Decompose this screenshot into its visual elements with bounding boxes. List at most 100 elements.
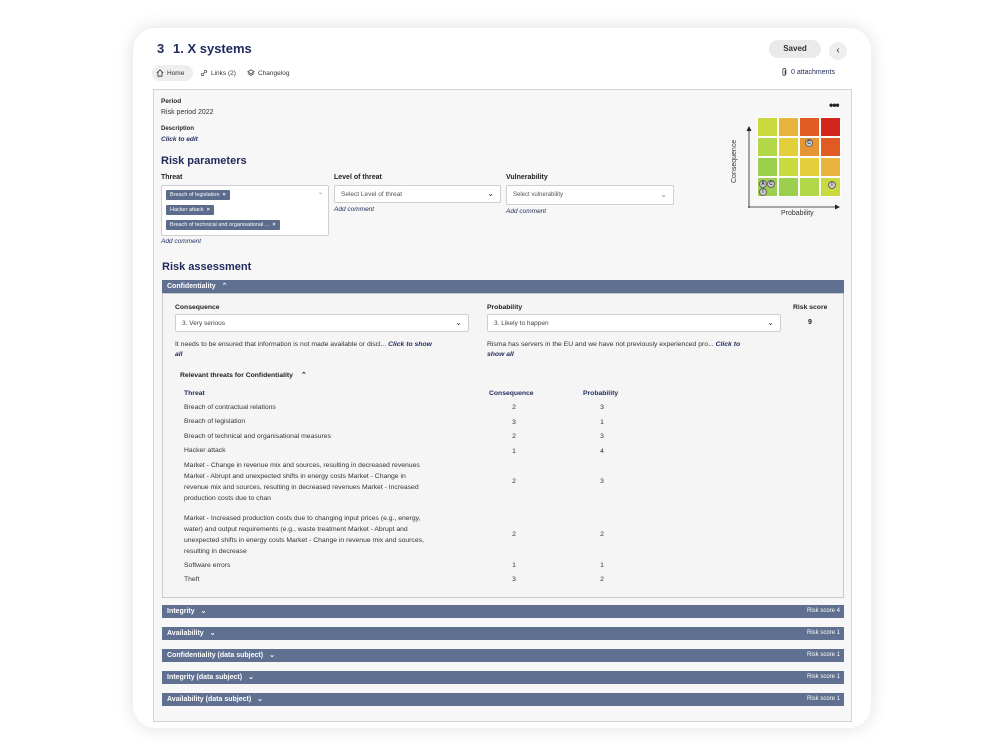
heatmap-cell[interactable] (778, 117, 799, 137)
section-label: Confidentiality (167, 283, 216, 290)
vulnerability-add-comment[interactable]: Add comment (506, 208, 546, 215)
paperclip-icon (782, 68, 787, 76)
probability-show-all-link-cont[interactable]: show all (487, 351, 514, 358)
risk-heatmap: C A C I I (757, 117, 843, 201)
heatmap-cell[interactable] (820, 137, 841, 157)
saved-status-button[interactable]: Saved (769, 40, 821, 58)
level-of-threat-select[interactable]: Select Level of threat ⌄ (334, 185, 501, 203)
heatmap-badge[interactable]: A (759, 180, 767, 188)
section-confidentiality-header[interactable]: Confidentiality ⌃ (162, 280, 844, 293)
consequence-cell: 2 (512, 404, 516, 411)
probability-cell: 4 (600, 448, 604, 455)
consequence-select[interactable]: 3. Very serious ⌄ (175, 314, 469, 332)
threat-multiselect[interactable]: Breach of legislation × Hacker attack × Br… (161, 185, 329, 236)
heatmap-cell[interactable] (757, 117, 778, 137)
probability-show-all-link[interactable]: Click to (716, 341, 741, 348)
remove-chip-icon[interactable]: × (207, 207, 210, 213)
section-label: Integrity (data subject) (167, 674, 243, 681)
heatmap-cell[interactable] (799, 157, 820, 177)
heatmap-cell[interactable] (778, 177, 799, 197)
dropdown-caret-icon[interactable]: ⌄ (318, 189, 323, 196)
relevant-threats-label: Relevant threats for Confidentiality (180, 372, 293, 379)
heatmap-cell[interactable] (820, 117, 841, 137)
chevron-down-icon: ⌄ (248, 674, 254, 681)
heatmap-badge[interactable]: C (767, 180, 775, 188)
chip-label: Breach of technical and organisational .… (170, 222, 270, 228)
section-risk-score: Risk score 1 (806, 630, 840, 636)
attachments-label: 0 attachments (791, 69, 835, 76)
section-confidentiality-data-subject-header[interactable]: Confidentiality (data subject) ⌄ Risk sco… (162, 649, 844, 662)
vulnerability-select[interactable]: Select vulnerability ⌄ (506, 185, 674, 205)
chevron-down-icon: ⌄ (487, 189, 494, 199)
heatmap-badge[interactable]: I (759, 188, 767, 196)
risk-score-label: Risk score (793, 304, 828, 311)
period-label: Period (161, 98, 182, 105)
section-label: Availability (data subject) (167, 696, 252, 703)
threat-cell: Hacker attack (184, 447, 226, 454)
threat-chip: Hacker attack × (166, 205, 214, 215)
relevant-threats-toggle[interactable]: Relevant threats for Confidentiality ⌃ (180, 371, 307, 379)
threat-add-comment[interactable]: Add comment (161, 238, 201, 245)
vulnerability-placeholder: Select vulnerability (513, 192, 564, 198)
probability-cell: 2 (600, 531, 604, 538)
threat-cell-line: revenue mix and sources, resulting in de… (184, 484, 419, 491)
collapse-panel-button[interactable]: ‹ (829, 42, 847, 60)
threat-column-header: Threat (184, 390, 205, 397)
probability-cell: 3 (600, 404, 604, 411)
remove-chip-icon[interactable]: × (272, 222, 275, 228)
heatmap-badge[interactable]: I (828, 181, 836, 189)
probability-description: Risma has servers in the EU and we have … (487, 340, 787, 360)
remove-chip-icon[interactable]: × (223, 192, 226, 198)
description-edit[interactable]: Click to edit (161, 136, 198, 143)
heatmap-badge[interactable]: C (805, 139, 813, 147)
attachments-link[interactable]: 0 attachments (781, 68, 835, 77)
heatmap-cell[interactable] (799, 117, 820, 137)
risk-window: 3 1. X systems Saved ‹ Home Links (2) Ch… (133, 28, 871, 728)
level-of-threat-label: Level of threat (334, 174, 382, 181)
probability-value: 3. Likely to happen (494, 319, 549, 327)
heatmap-cell[interactable] (757, 157, 778, 177)
heatmap-cell[interactable] (778, 157, 799, 177)
probability-cell: 1 (600, 562, 604, 569)
page-title: 1. X systems (173, 41, 252, 56)
threat-cell-line: resulting in decrease (184, 548, 247, 555)
consequence-cell: 1 (512, 562, 516, 569)
heatmap-cell[interactable] (757, 137, 778, 157)
heatmap-cell[interactable] (820, 157, 841, 177)
threat-cell-line: Market - Abrupt and unexpected shifts in… (184, 473, 406, 480)
consequence-show-all-link[interactable]: Click to show (388, 341, 432, 348)
heatmap-cell[interactable] (778, 137, 799, 157)
chevron-down-icon: ⌄ (455, 318, 462, 328)
tab-links[interactable]: Links (2) (196, 65, 240, 81)
main-panel: Period Risk period 2022 Description Clic… (153, 89, 852, 722)
section-integrity-header[interactable]: Integrity ⌄ Risk score 4 (162, 605, 844, 618)
risk-score-value: 9 (808, 319, 812, 326)
tab-home-label: Home (167, 69, 185, 77)
consequence-cell: 2 (512, 433, 516, 440)
chevron-down-icon: ⌄ (660, 190, 667, 200)
tab-home[interactable]: Home (152, 65, 193, 81)
description-label: Description (161, 126, 195, 132)
consequence-description: It needs to be ensured that information … (175, 340, 475, 360)
section-integrity-data-subject-header[interactable]: Integrity (data subject) ⌄ Risk score 1 (162, 671, 844, 684)
chevron-up-icon: ⌃ (300, 372, 307, 379)
chip-label: Breach of legislation (170, 192, 220, 198)
threat-cell: Breach of contractual relations (184, 404, 276, 411)
tab-changelog[interactable]: Changelog (243, 65, 293, 81)
section-label: Availability (167, 630, 204, 637)
section-availability-data-subject-header[interactable]: Availability (data subject) ⌄ Risk score … (162, 693, 844, 706)
chip-label: Hacker attack (170, 207, 204, 213)
consequence-show-all-link-cont[interactable]: all (175, 351, 183, 358)
probability-select[interactable]: 3. Likely to happen ⌄ (487, 314, 781, 332)
heatmap-y-axis-label: Consequence (731, 139, 738, 183)
consequence-cell: 2 (512, 478, 516, 485)
more-options-icon[interactable]: ••• (829, 98, 840, 112)
probability-column-header: Probability (583, 390, 619, 397)
threat-cell-line: water) and output requirements (e.g., wa… (184, 526, 408, 533)
threat-cell-line: unexpected shifts in energy costs Market… (184, 537, 424, 544)
section-availability-header[interactable]: Availability ⌄ Risk score 1 (162, 627, 844, 640)
chevron-down-icon: ⌄ (767, 318, 774, 328)
confidentiality-section-body: Consequence 3. Very serious ⌄ Probabilit… (162, 293, 844, 598)
heatmap-cell[interactable] (799, 177, 820, 197)
level-add-comment[interactable]: Add comment (334, 206, 374, 213)
